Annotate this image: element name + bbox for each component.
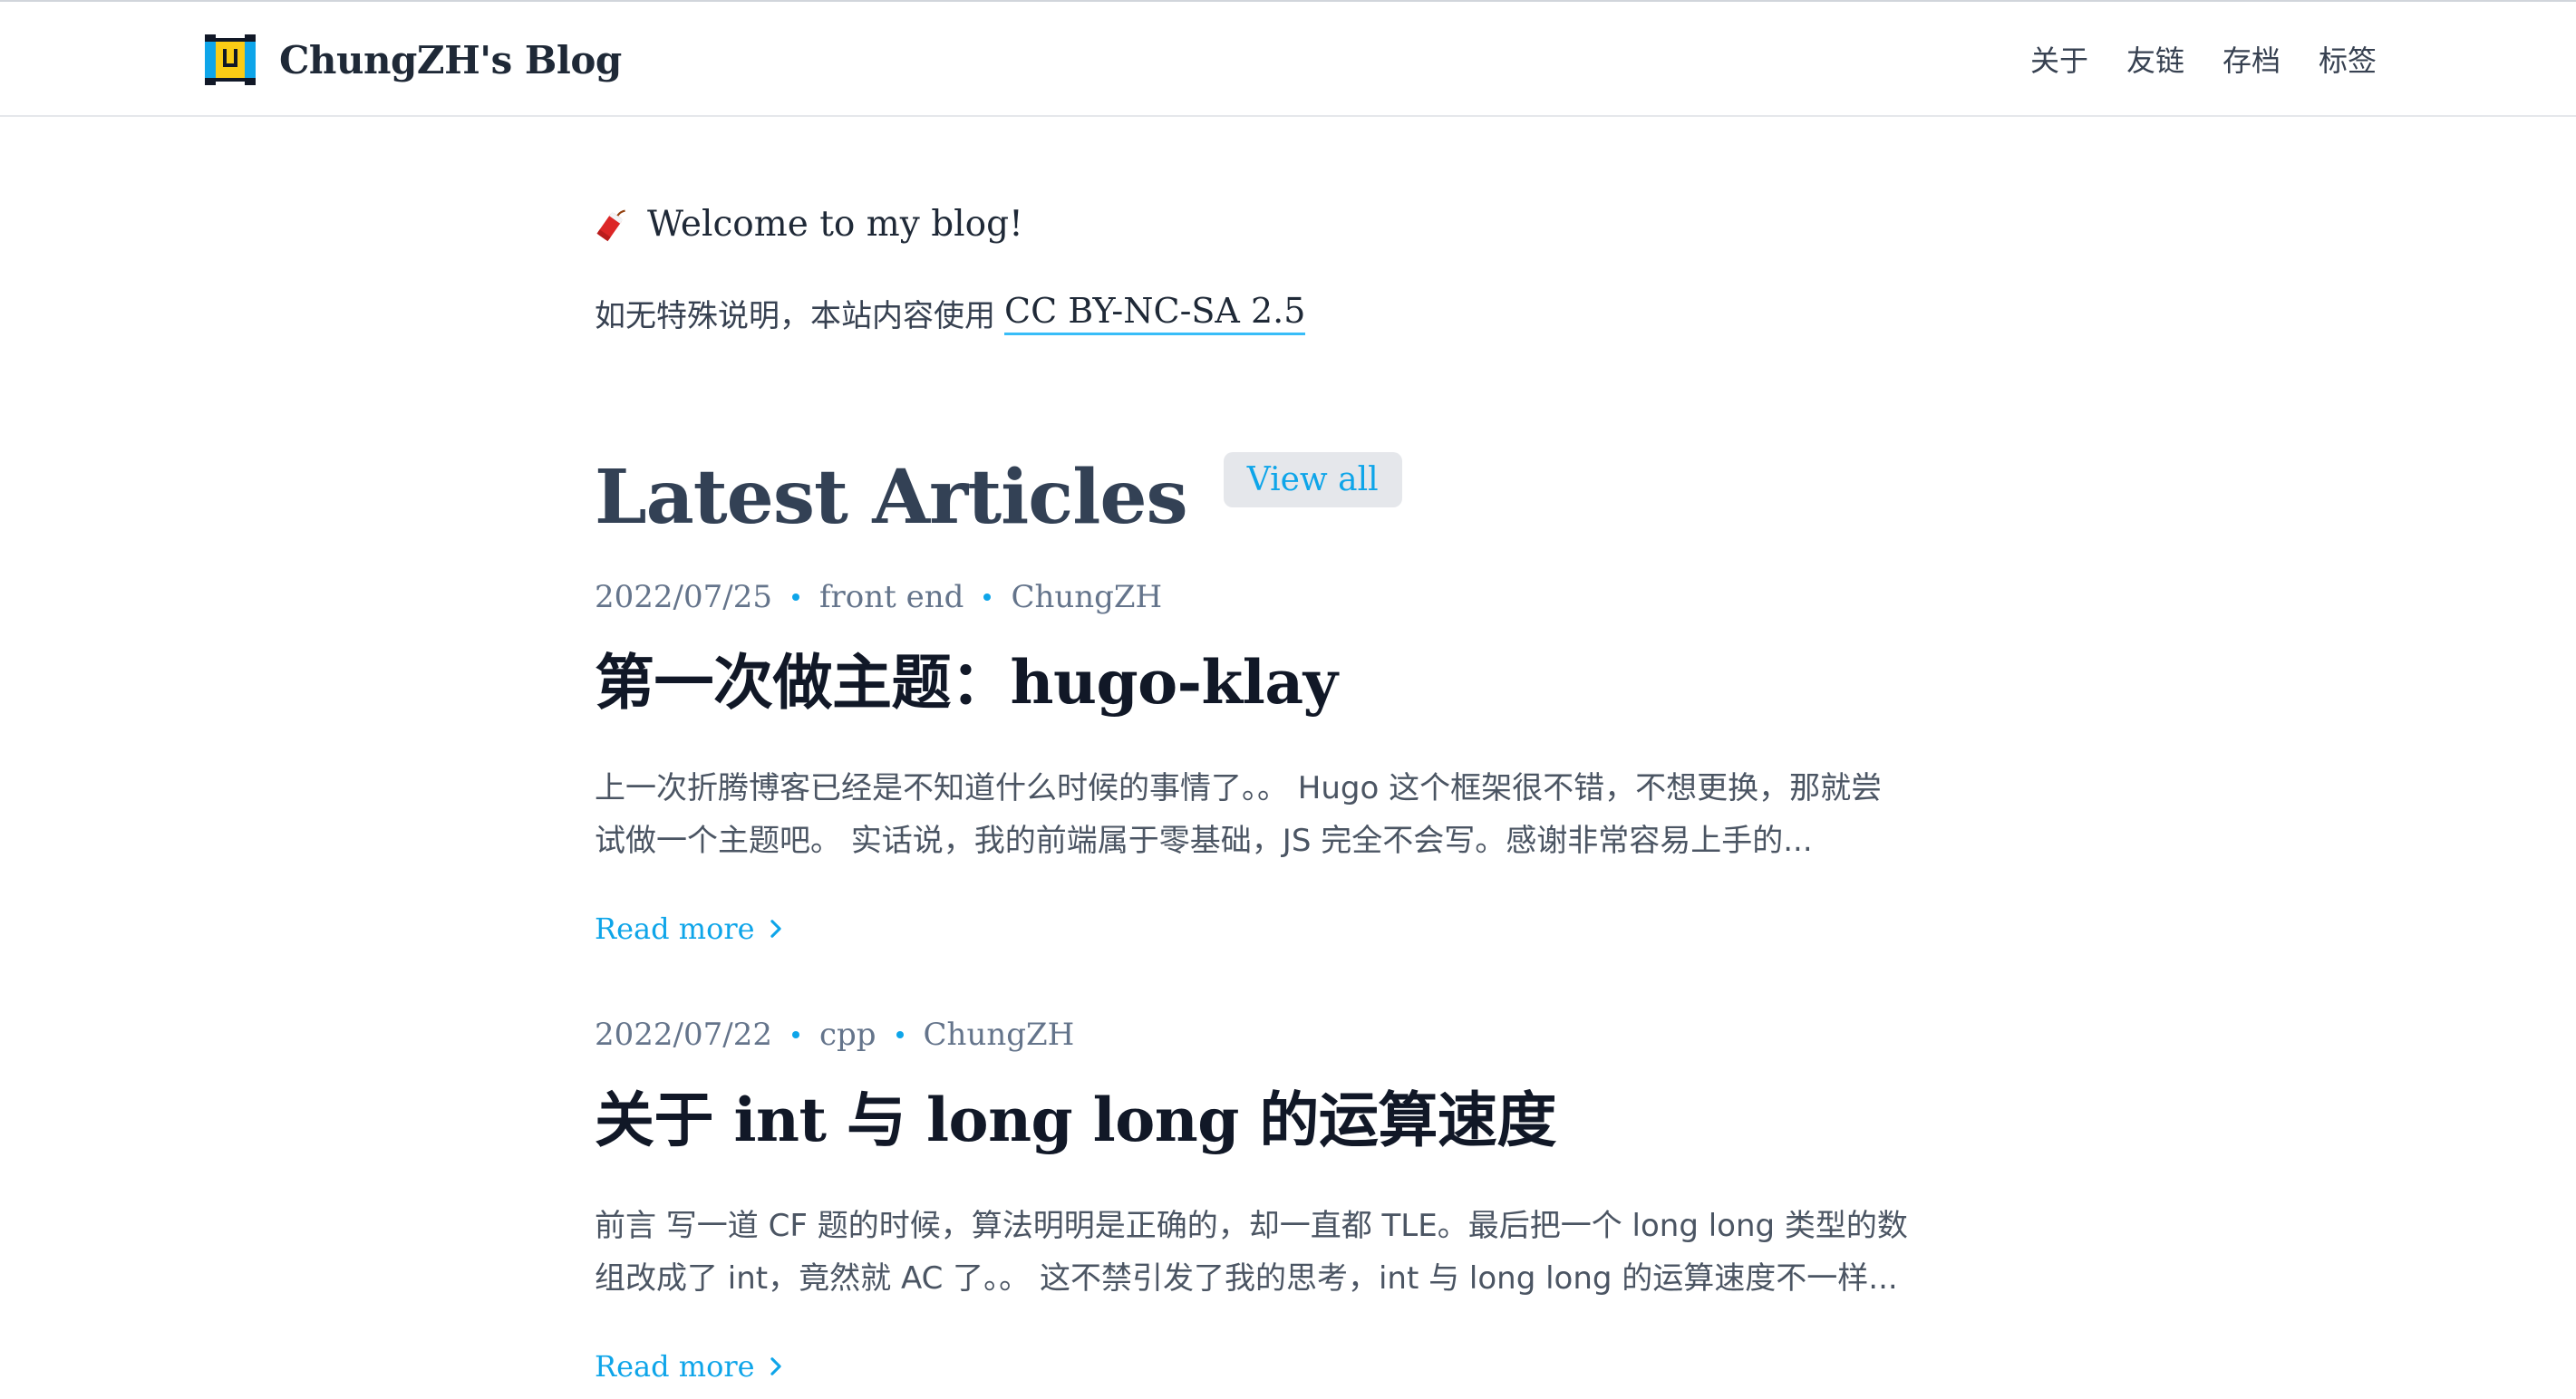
separator-dot bbox=[896, 1031, 904, 1038]
chevron-right-icon bbox=[770, 1357, 781, 1375]
license-prefix: 如无特殊说明，本站内容使用 bbox=[595, 297, 995, 334]
read-more-link[interactable]: Read more bbox=[595, 902, 782, 956]
article-category[interactable]: front end bbox=[819, 579, 964, 615]
license-link[interactable]: CC BY-NC-SA 2.5 bbox=[1004, 291, 1306, 335]
welcome-text: Welcome to my blog! bbox=[647, 203, 1023, 245]
summary-line: 前言 写一道 CF 题的时候，算法明明是正确的，却一直都 TLE。最后把一个 l… bbox=[595, 1208, 1908, 1244]
read-more-label: Read more bbox=[595, 1349, 755, 1384]
section-title: Latest Articles bbox=[595, 454, 1188, 541]
brand-name: ChungZH's Blog bbox=[279, 37, 622, 82]
article-title[interactable]: 第一次做主题：hugo-klay bbox=[595, 637, 1981, 728]
firecracker-icon bbox=[596, 209, 625, 242]
license-line: 如无特殊说明，本站内容使用 CC BY-NC-SA 2.5 bbox=[595, 281, 1306, 344]
brand-link[interactable]: ChungZH's Blog bbox=[205, 33, 622, 87]
read-more-link[interactable]: Read more bbox=[595, 1339, 782, 1394]
main-nav: 关于 友链 存档 标签 bbox=[2030, 38, 2377, 83]
article-date: 2022/07/22 bbox=[595, 1017, 772, 1053]
article-card: 2022/07/25 front end ChungZH 第一次做主题：hugo… bbox=[595, 570, 1981, 956]
summary-line: 试做一个主题吧。 实话说，我的前端属于零基础，JS 完全不会写。感谢非常容易上手… bbox=[595, 823, 1813, 859]
summary-line: 上一次折腾博客已经是不知道什么时候的事情了。。 Hugo 这个框架很不错，不想更… bbox=[595, 770, 1883, 806]
article-title[interactable]: 关于 int 与 long long 的运算速度 bbox=[595, 1075, 1981, 1165]
separator-dot bbox=[791, 593, 799, 601]
article-date: 2022/07/25 bbox=[595, 579, 772, 615]
nav-tags[interactable]: 标签 bbox=[2319, 38, 2377, 83]
summary-line: 组改成了 int，竟然就 AC 了。。 这不禁引发了我的思考，int 与 lon… bbox=[595, 1260, 1898, 1297]
chevron-right-icon bbox=[770, 920, 781, 938]
latest-articles-header: Latest Articles View all bbox=[595, 425, 1402, 570]
logo-icon bbox=[205, 34, 256, 85]
nav-friends[interactable]: 友链 bbox=[2126, 38, 2184, 83]
site-header: ChungZH's Blog 关于 友链 存档 标签 bbox=[0, 2, 2576, 117]
nav-archive[interactable]: 存档 bbox=[2223, 38, 2281, 83]
separator-dot bbox=[983, 593, 992, 601]
view-all-button[interactable]: View all bbox=[1223, 451, 1402, 507]
article-category[interactable]: cpp bbox=[819, 1017, 876, 1053]
welcome-line: Welcome to my blog! bbox=[595, 188, 1023, 260]
article-summary: 上一次折腾博客已经是不知道什么时候的事情了。。 Hugo 这个框架很不错，不想更… bbox=[595, 762, 1981, 867]
read-more-label: Read more bbox=[595, 912, 755, 946]
article-author: ChungZH bbox=[923, 1017, 1075, 1053]
article-meta: 2022/07/22 cpp ChungZH bbox=[595, 1008, 1981, 1062]
nav-about[interactable]: 关于 bbox=[2030, 38, 2088, 83]
article-author: ChungZH bbox=[1011, 579, 1163, 615]
article-summary: 前言 写一道 CF 题的时候，算法明明是正确的，却一直都 TLE。最后把一个 l… bbox=[595, 1200, 1981, 1305]
article-meta: 2022/07/25 front end ChungZH bbox=[595, 570, 1981, 624]
article-card: 2022/07/22 cpp ChungZH 关于 int 与 long lon… bbox=[595, 1008, 1981, 1394]
separator-dot bbox=[791, 1031, 799, 1038]
